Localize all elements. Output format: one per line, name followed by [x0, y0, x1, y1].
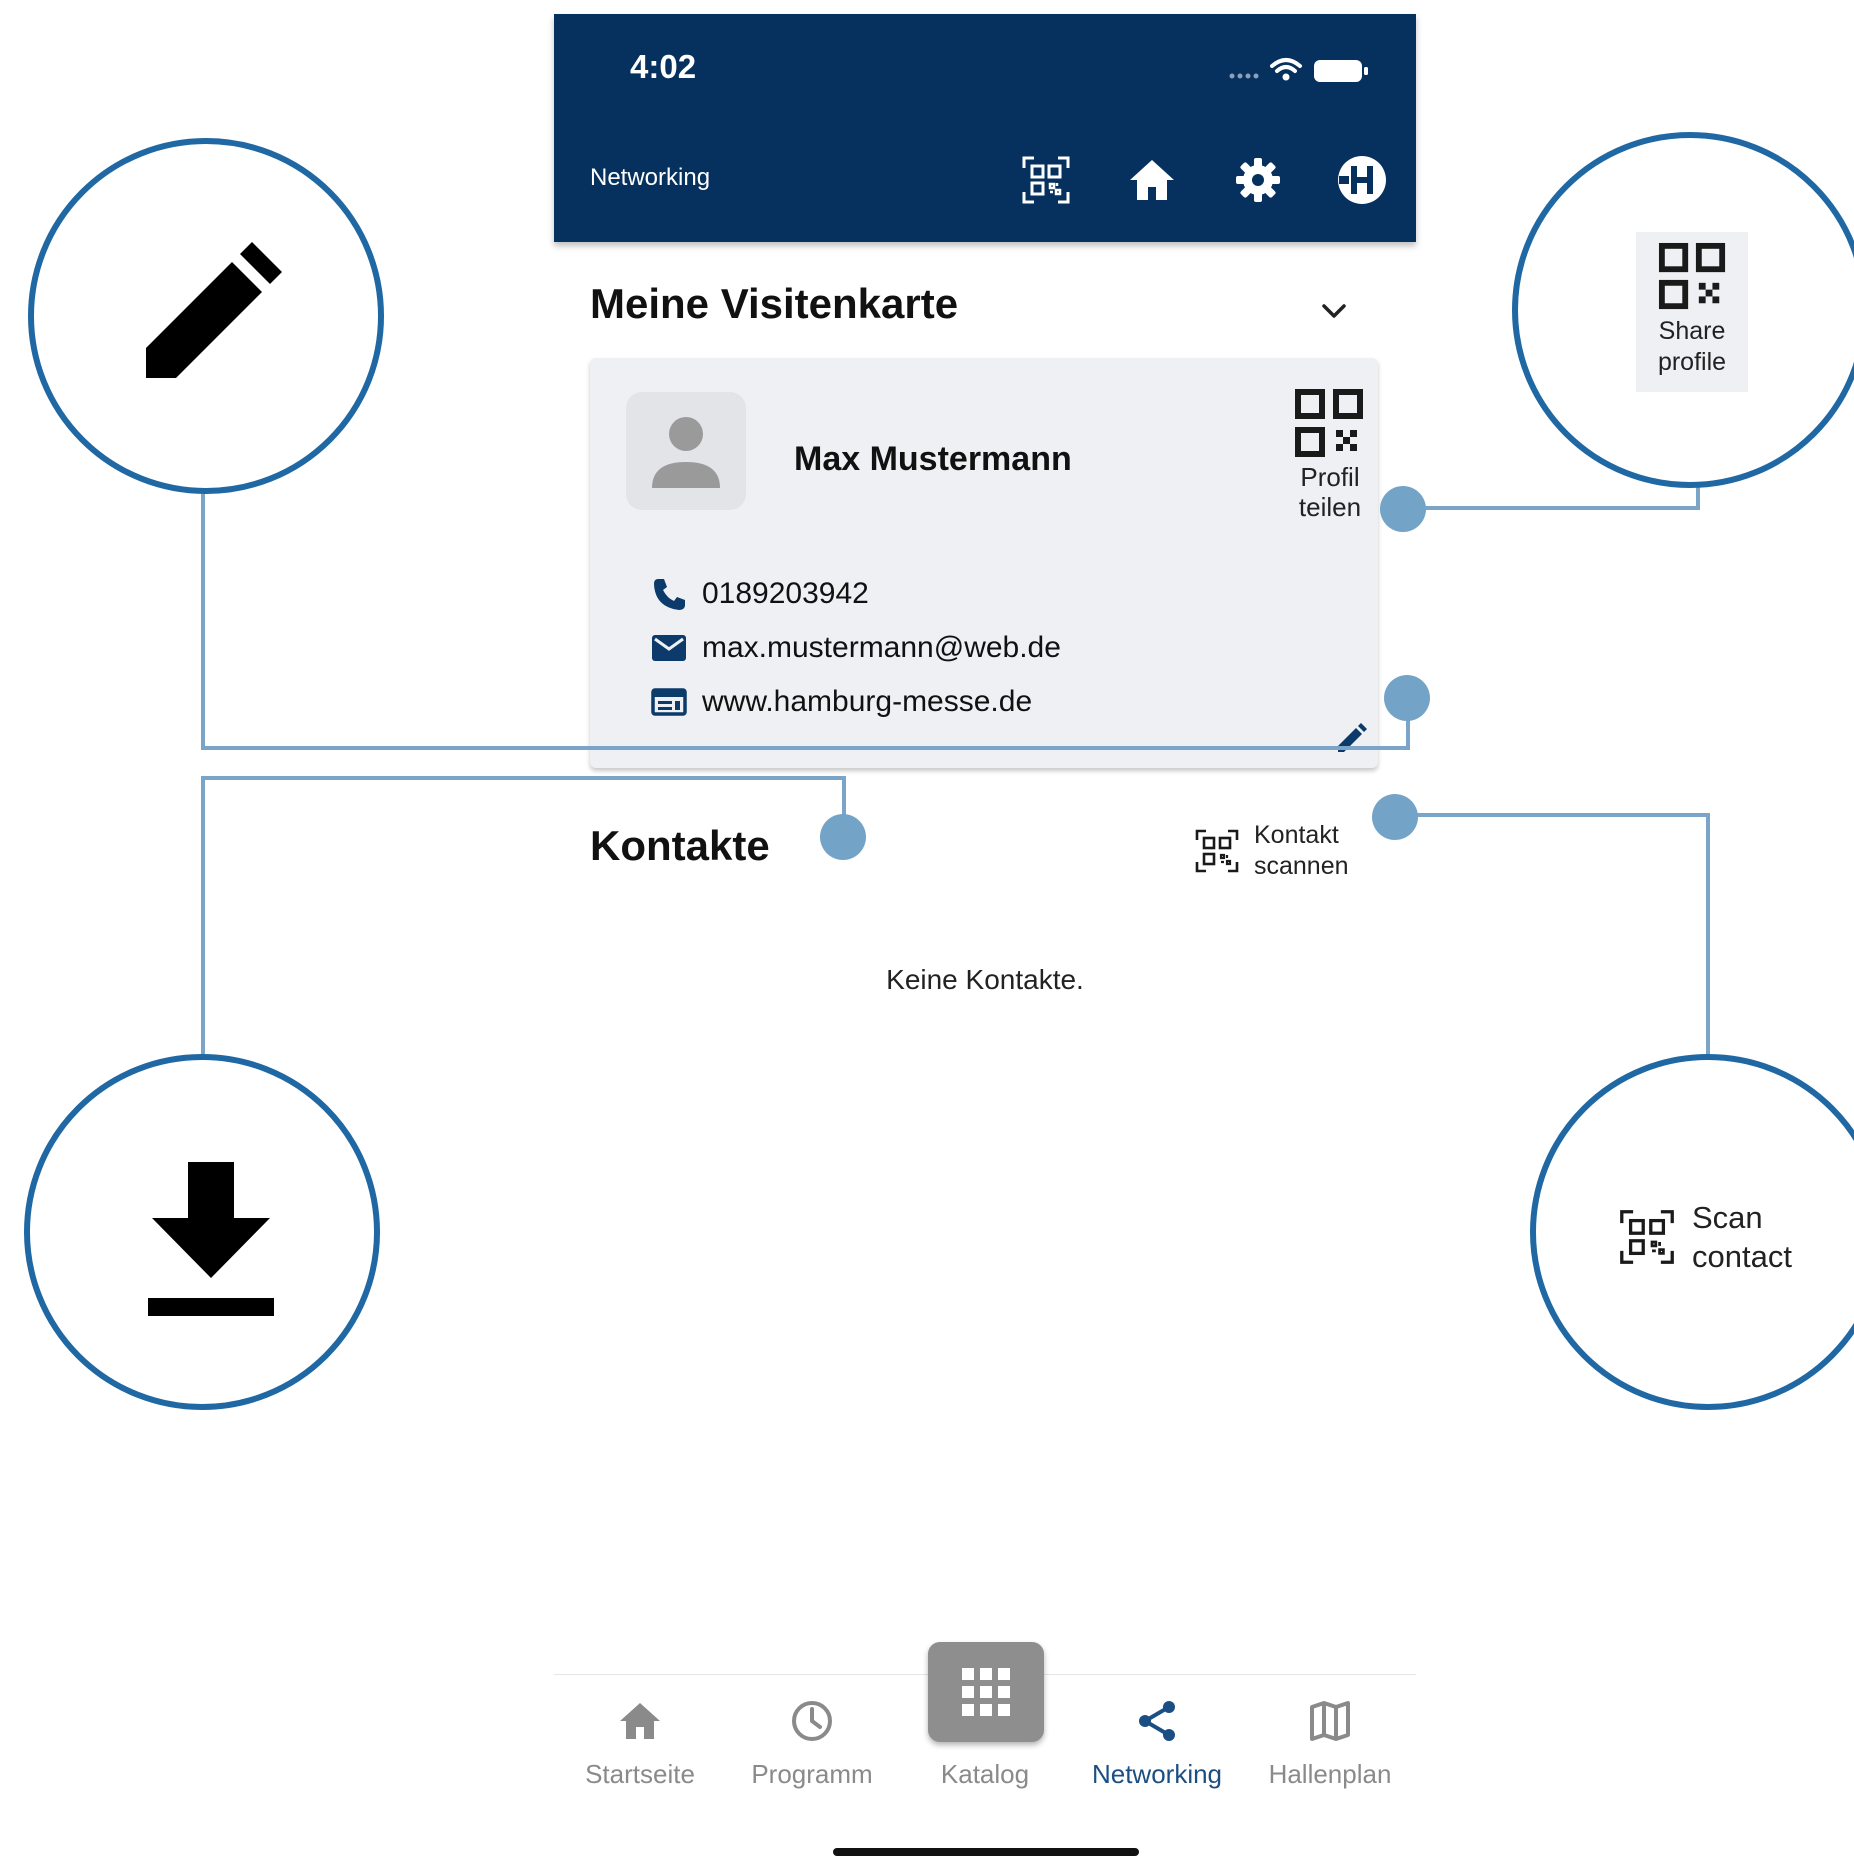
nav-item-programm[interactable]: Programm: [726, 1697, 898, 1790]
appbar-title: Networking: [590, 164, 711, 191]
scan-contact-label: Kontakt scannen: [1254, 821, 1349, 880]
scan-contact-button[interactable]: Kontakt scannen: [1194, 816, 1394, 886]
avatar: [626, 392, 746, 510]
home-icon: [620, 1703, 660, 1739]
connector-line: [201, 470, 205, 750]
callout-dot: [1372, 794, 1418, 840]
phone-row[interactable]: 0189203942: [650, 574, 869, 614]
home-icon[interactable]: [1126, 154, 1178, 206]
top-app-bar: 4:02 Networking: [554, 14, 1416, 242]
mail-icon: [652, 635, 686, 661]
qr-scan-icon: [1620, 1210, 1674, 1264]
pencil-icon: [146, 242, 282, 378]
nav-label: Katalog: [940, 1759, 1030, 1789]
chevron-down-icon[interactable]: [1314, 291, 1354, 331]
scan-contact-callout-label: Scan contact: [1692, 1200, 1792, 1274]
phone-screen: 4:02 Networking Meine Visitenkarte Max M…: [554, 14, 1416, 1856]
card-name: Max Mustermann: [794, 440, 1072, 478]
share-icon: [1139, 1701, 1175, 1741]
callout-scan-contact: Scan contact: [1530, 1054, 1854, 1410]
connector-line: [1398, 813, 1710, 817]
connector-line: [1404, 506, 1700, 510]
email-row[interactable]: max.mustermann@web.de: [650, 628, 1061, 668]
nav-label: Hallenplan: [1268, 1759, 1392, 1789]
contacts-heading: Kontakte: [590, 822, 770, 869]
edit-pencil-icon[interactable]: [1334, 722, 1368, 756]
nav-item-startseite[interactable]: Startseite: [554, 1697, 726, 1790]
nav-label: Startseite: [585, 1759, 695, 1789]
nav-label: Networking: [1091, 1759, 1223, 1789]
qr-scan-icon[interactable]: [1020, 154, 1072, 206]
download-icon: [148, 1162, 274, 1316]
website-row[interactable]: www.hamburg-messe.de: [650, 682, 1032, 722]
qr-code-icon: [1658, 242, 1726, 310]
callout-dot: [1384, 675, 1430, 721]
callout-download: [24, 1054, 380, 1410]
connector-line: [201, 746, 1410, 750]
gear-icon[interactable]: [1232, 154, 1284, 206]
home-indicator: [833, 1848, 1139, 1856]
phone-number: 0189203942: [702, 577, 869, 610]
share-profile-button[interactable]: Profil teilen: [1290, 388, 1370, 528]
nav-label: Programm: [751, 1759, 873, 1789]
qr-scan-icon: [1195, 829, 1239, 873]
clock-icon: [792, 1701, 832, 1741]
nav-item-networking[interactable]: Networking: [1071, 1697, 1243, 1790]
katalog-grid-button[interactable]: [928, 1642, 1044, 1742]
connector-line: [1706, 813, 1710, 1055]
status-time: 4:02: [630, 48, 697, 85]
map-icon: [1310, 1701, 1350, 1741]
callout-edit: [28, 138, 384, 494]
business-card-heading: Meine Visitenkarte: [590, 280, 959, 327]
qr-code-icon: [1295, 389, 1363, 457]
empty-contacts-text: Keine Kontakte.: [886, 964, 1084, 995]
share-profile-callout-label: Share profile: [1657, 317, 1727, 376]
web-icon: [651, 688, 687, 716]
phone-icon: [654, 579, 685, 610]
business-card: Max Mustermann Profil teilen 0189203942: [590, 358, 1378, 768]
share-profile-label: Profil teilen: [1298, 462, 1362, 522]
email-address: max.mustermann@web.de: [702, 631, 1061, 664]
grid-icon: [962, 1668, 1010, 1716]
logo-icon[interactable]: [1336, 154, 1388, 206]
callout-dot: [1380, 486, 1426, 532]
connector-line: [201, 776, 205, 1054]
connector-line: [201, 776, 846, 780]
website-url: www.hamburg-messe.de: [702, 685, 1033, 718]
share-profile-preview: Share profile: [1636, 232, 1748, 392]
nav-item-hallenplan[interactable]: Hallenplan: [1244, 1697, 1416, 1790]
callout-share-profile: Share profile: [1512, 132, 1854, 488]
callout-dot: [820, 814, 866, 860]
status-icons: [1229, 58, 1368, 82]
